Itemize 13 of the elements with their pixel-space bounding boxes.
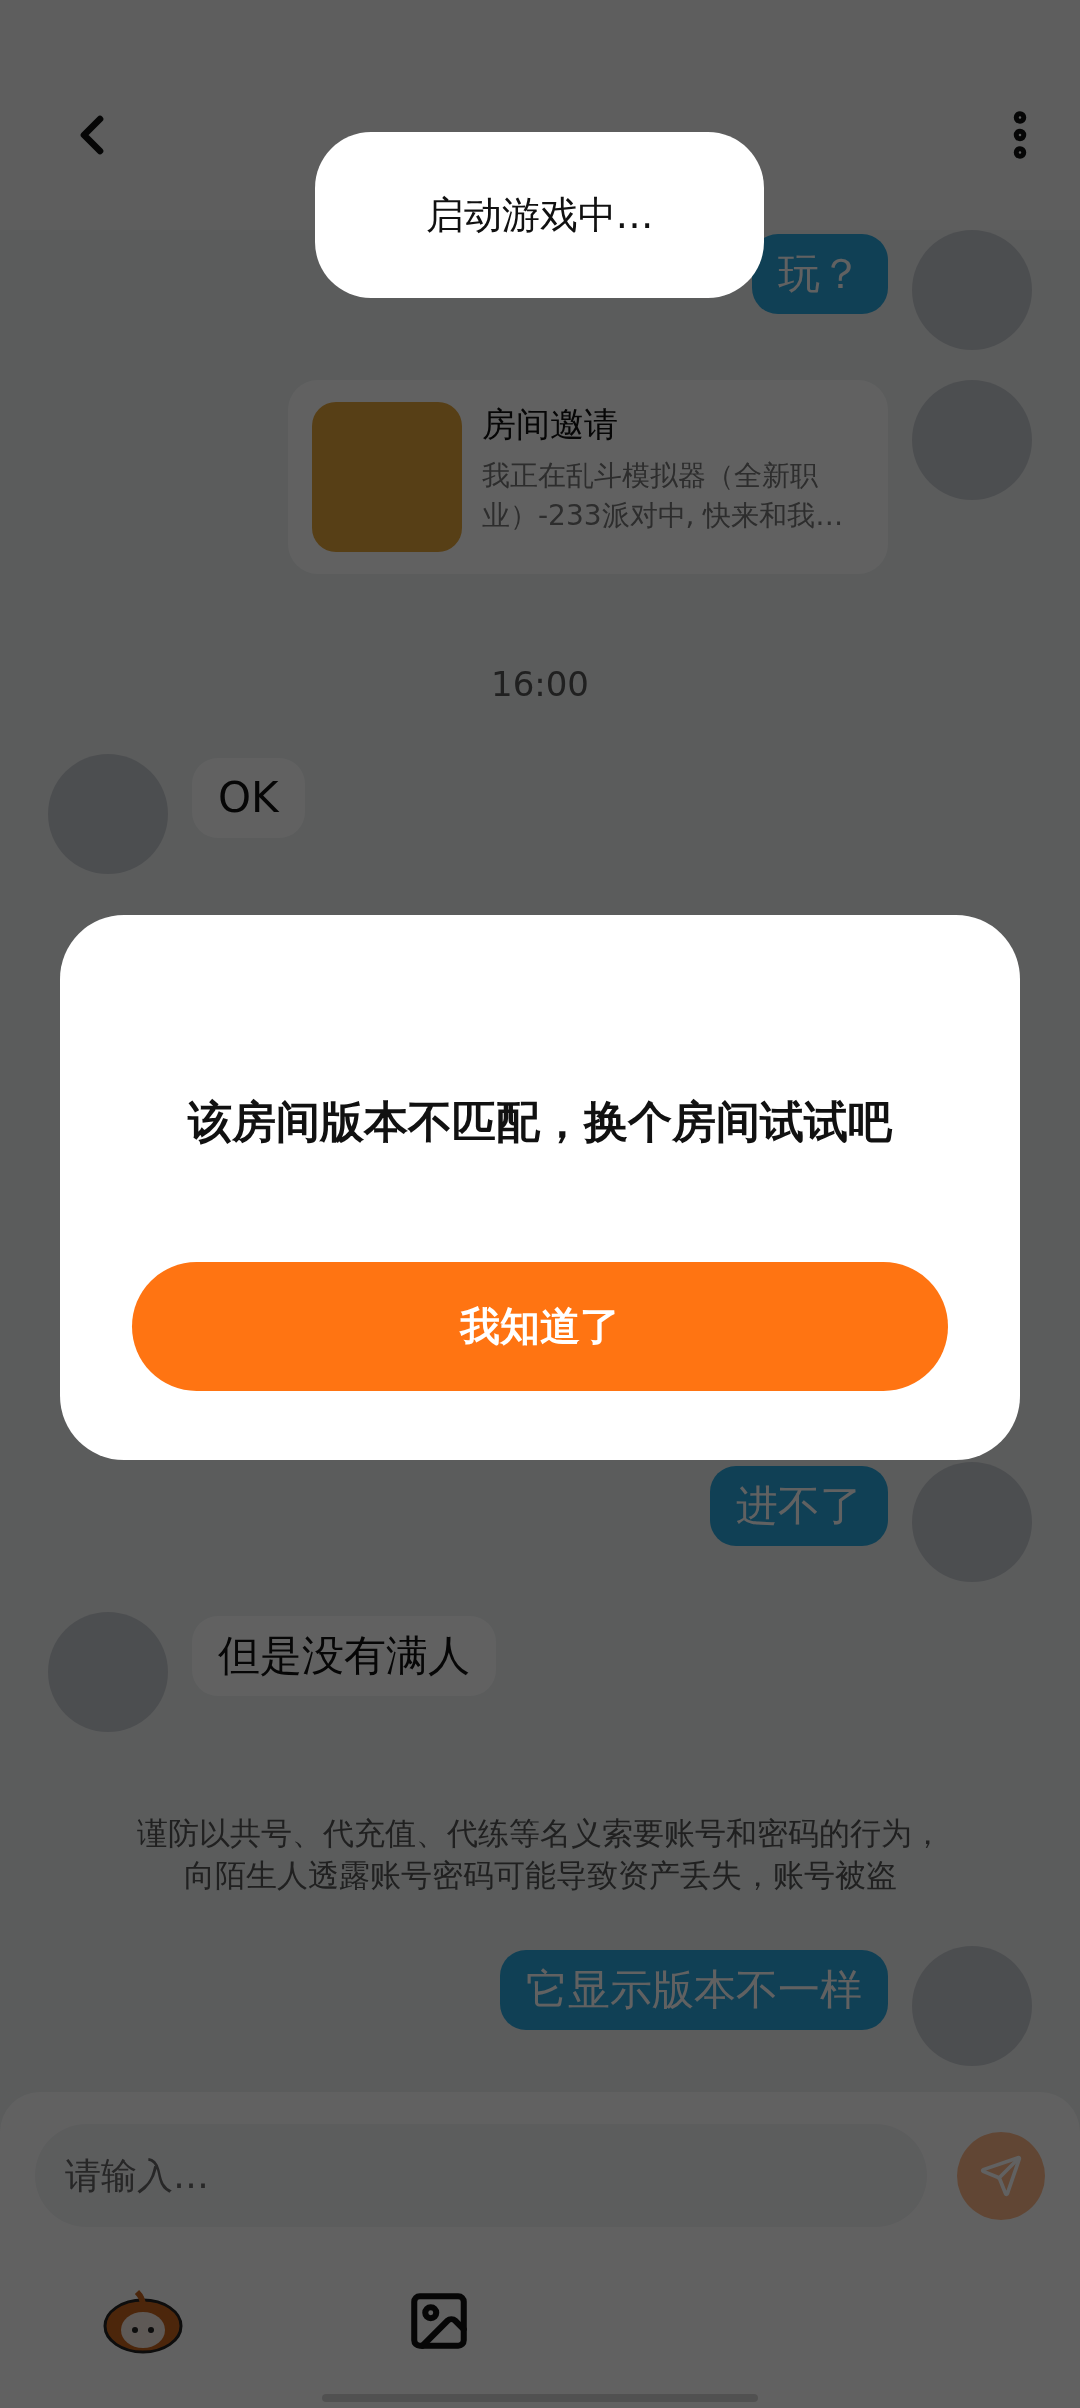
confirm-button[interactable]: 我知道了	[132, 1262, 948, 1391]
mascot-icon	[101, 2288, 185, 2354]
send-icon	[979, 2153, 1023, 2198]
message-bubble: 但是没有满人	[192, 1616, 496, 1696]
message-bubble: 进不了	[710, 1466, 888, 1546]
loading-toast: 启动游戏中…	[315, 132, 764, 298]
message-bubble: OK	[192, 758, 305, 838]
dialog-message: 该房间版本不匹配，换个房间试试吧	[188, 1095, 892, 1149]
message-bubble: 玩？	[752, 234, 888, 314]
invite-title: 房间邀请	[482, 403, 619, 446]
timestamp: 16:00	[491, 664, 589, 704]
message-bubble: 它显示版本不一样	[500, 1950, 888, 2030]
security-notice: 谨防以共号、代充值、代练等名义索要账号和密码的行为，向陌生人透露账号密码可能导致资产丢失，账号被盗	[136, 1814, 944, 1895]
